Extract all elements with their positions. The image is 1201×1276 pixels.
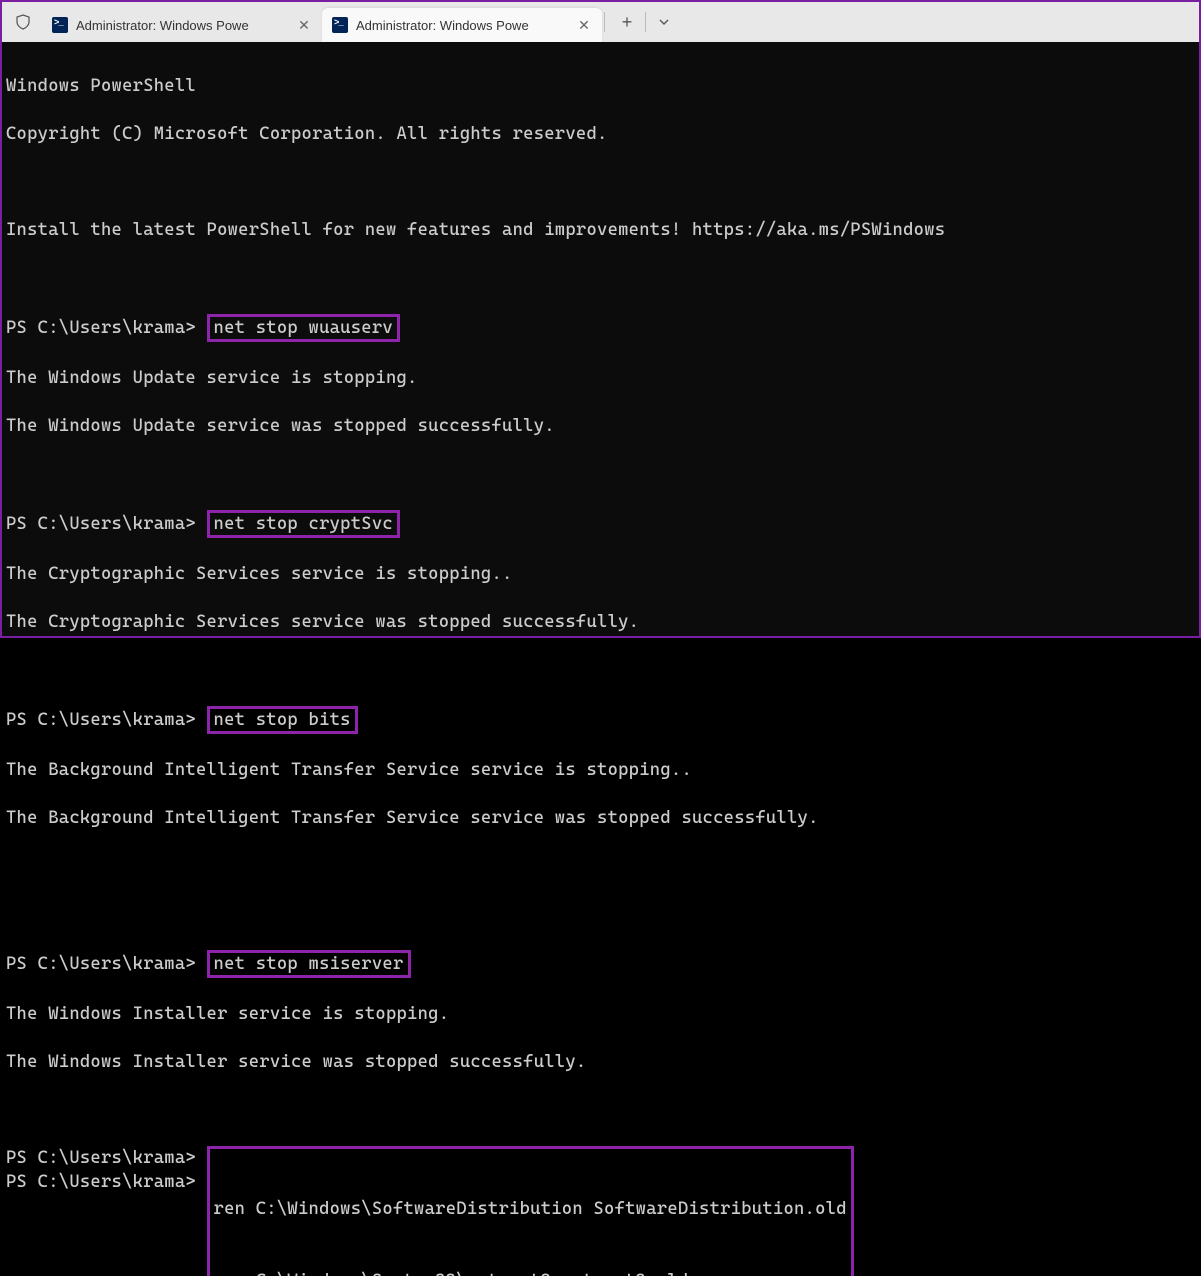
- terminal-line: The Windows Installer service is stoppin…: [6, 1002, 1195, 1026]
- admin-shield-icon: [14, 13, 32, 31]
- command-highlight: net stop bits: [207, 706, 358, 734]
- prompt: PS C:\Users\krama>: [6, 1172, 207, 1192]
- terminal-line: [6, 170, 1195, 194]
- prompt: PS C:\Users\krama>: [6, 514, 207, 534]
- terminal-line: [6, 854, 1195, 878]
- terminal-line: The Windows Installer service was stoppe…: [6, 1050, 1195, 1074]
- tab-title: Administrator: Windows Powe: [76, 18, 288, 33]
- tab-active[interactable]: Administrator: Windows Powe ✕: [322, 8, 602, 42]
- prompt: PS C:\Users\krama>: [6, 318, 207, 338]
- terminal-line: PS C:\Users\krama> net stop bits: [6, 706, 1195, 734]
- terminal-line: Install the latest PowerShell for new fe…: [6, 218, 1195, 242]
- terminal-line: ren C:\Windows\SoftwareDistribution Soft…: [214, 1197, 847, 1221]
- prompt: PS C:\Users\krama>: [6, 710, 207, 730]
- terminal-line: The Cryptographic Services service is st…: [6, 562, 1195, 586]
- tab-divider: [604, 12, 605, 32]
- chevron-down-icon: [658, 16, 670, 28]
- tab-divider: [645, 12, 646, 32]
- tab-dropdown-button[interactable]: [648, 6, 680, 38]
- powershell-icon: [52, 17, 68, 33]
- terminal-line: [6, 266, 1195, 290]
- terminal-pane[interactable]: Windows PowerShell Copyright (C) Microso…: [2, 42, 1199, 636]
- command-highlight: ren C:\Windows\SoftwareDistribution Soft…: [207, 1146, 854, 1276]
- tab-inactive[interactable]: Administrator: Windows Powe ✕: [42, 8, 322, 42]
- command-highlight: net stop msiserver: [207, 950, 411, 978]
- terminal-line: PS C:\Users\krama> net stop cryptSvc: [6, 510, 1195, 538]
- close-icon[interactable]: ✕: [296, 17, 312, 33]
- prompt: PS C:\Users\krama>: [6, 954, 207, 974]
- terminal-line: Windows PowerShell: [6, 74, 1195, 98]
- terminal-line: [6, 902, 1195, 926]
- terminal-line: The Background Intelligent Transfer Serv…: [6, 806, 1195, 830]
- tab-title: Administrator: Windows Powe: [356, 18, 568, 33]
- terminal-line: ren C:\Windows\System32\catroot2 catroot…: [214, 1269, 847, 1276]
- terminal-line: PS C:\Users\krama> net stop wuauserv: [6, 314, 1195, 342]
- terminal-line: The Windows Update service was stopped s…: [6, 414, 1195, 438]
- close-icon[interactable]: ✕: [576, 17, 592, 33]
- terminal-line: PS C:\Users\krama> net stop msiserver: [6, 950, 1195, 978]
- terminal-line: The Cryptographic Services service was s…: [6, 610, 1195, 634]
- terminal-line: The Background Intelligent Transfer Serv…: [6, 758, 1195, 782]
- terminal-line: [6, 658, 1195, 682]
- command-highlight: net stop cryptSvc: [207, 510, 400, 538]
- terminal-line: The Windows Update service is stopping.: [6, 366, 1195, 390]
- terminal-line: Copyright (C) Microsoft Corporation. All…: [6, 122, 1195, 146]
- terminal-line: [6, 462, 1195, 486]
- powershell-icon: [332, 17, 348, 33]
- terminal-line: [6, 1098, 1195, 1122]
- multi-command-block: PS C:\Users\krama> PS C:\Users\krama> re…: [6, 1146, 1195, 1276]
- prompt: PS C:\Users\krama>: [6, 1148, 207, 1168]
- new-tab-button[interactable]: +: [611, 6, 643, 38]
- tab-bar: Administrator: Windows Powe ✕ Administra…: [2, 2, 1199, 42]
- command-highlight: net stop wuauserv: [207, 314, 400, 342]
